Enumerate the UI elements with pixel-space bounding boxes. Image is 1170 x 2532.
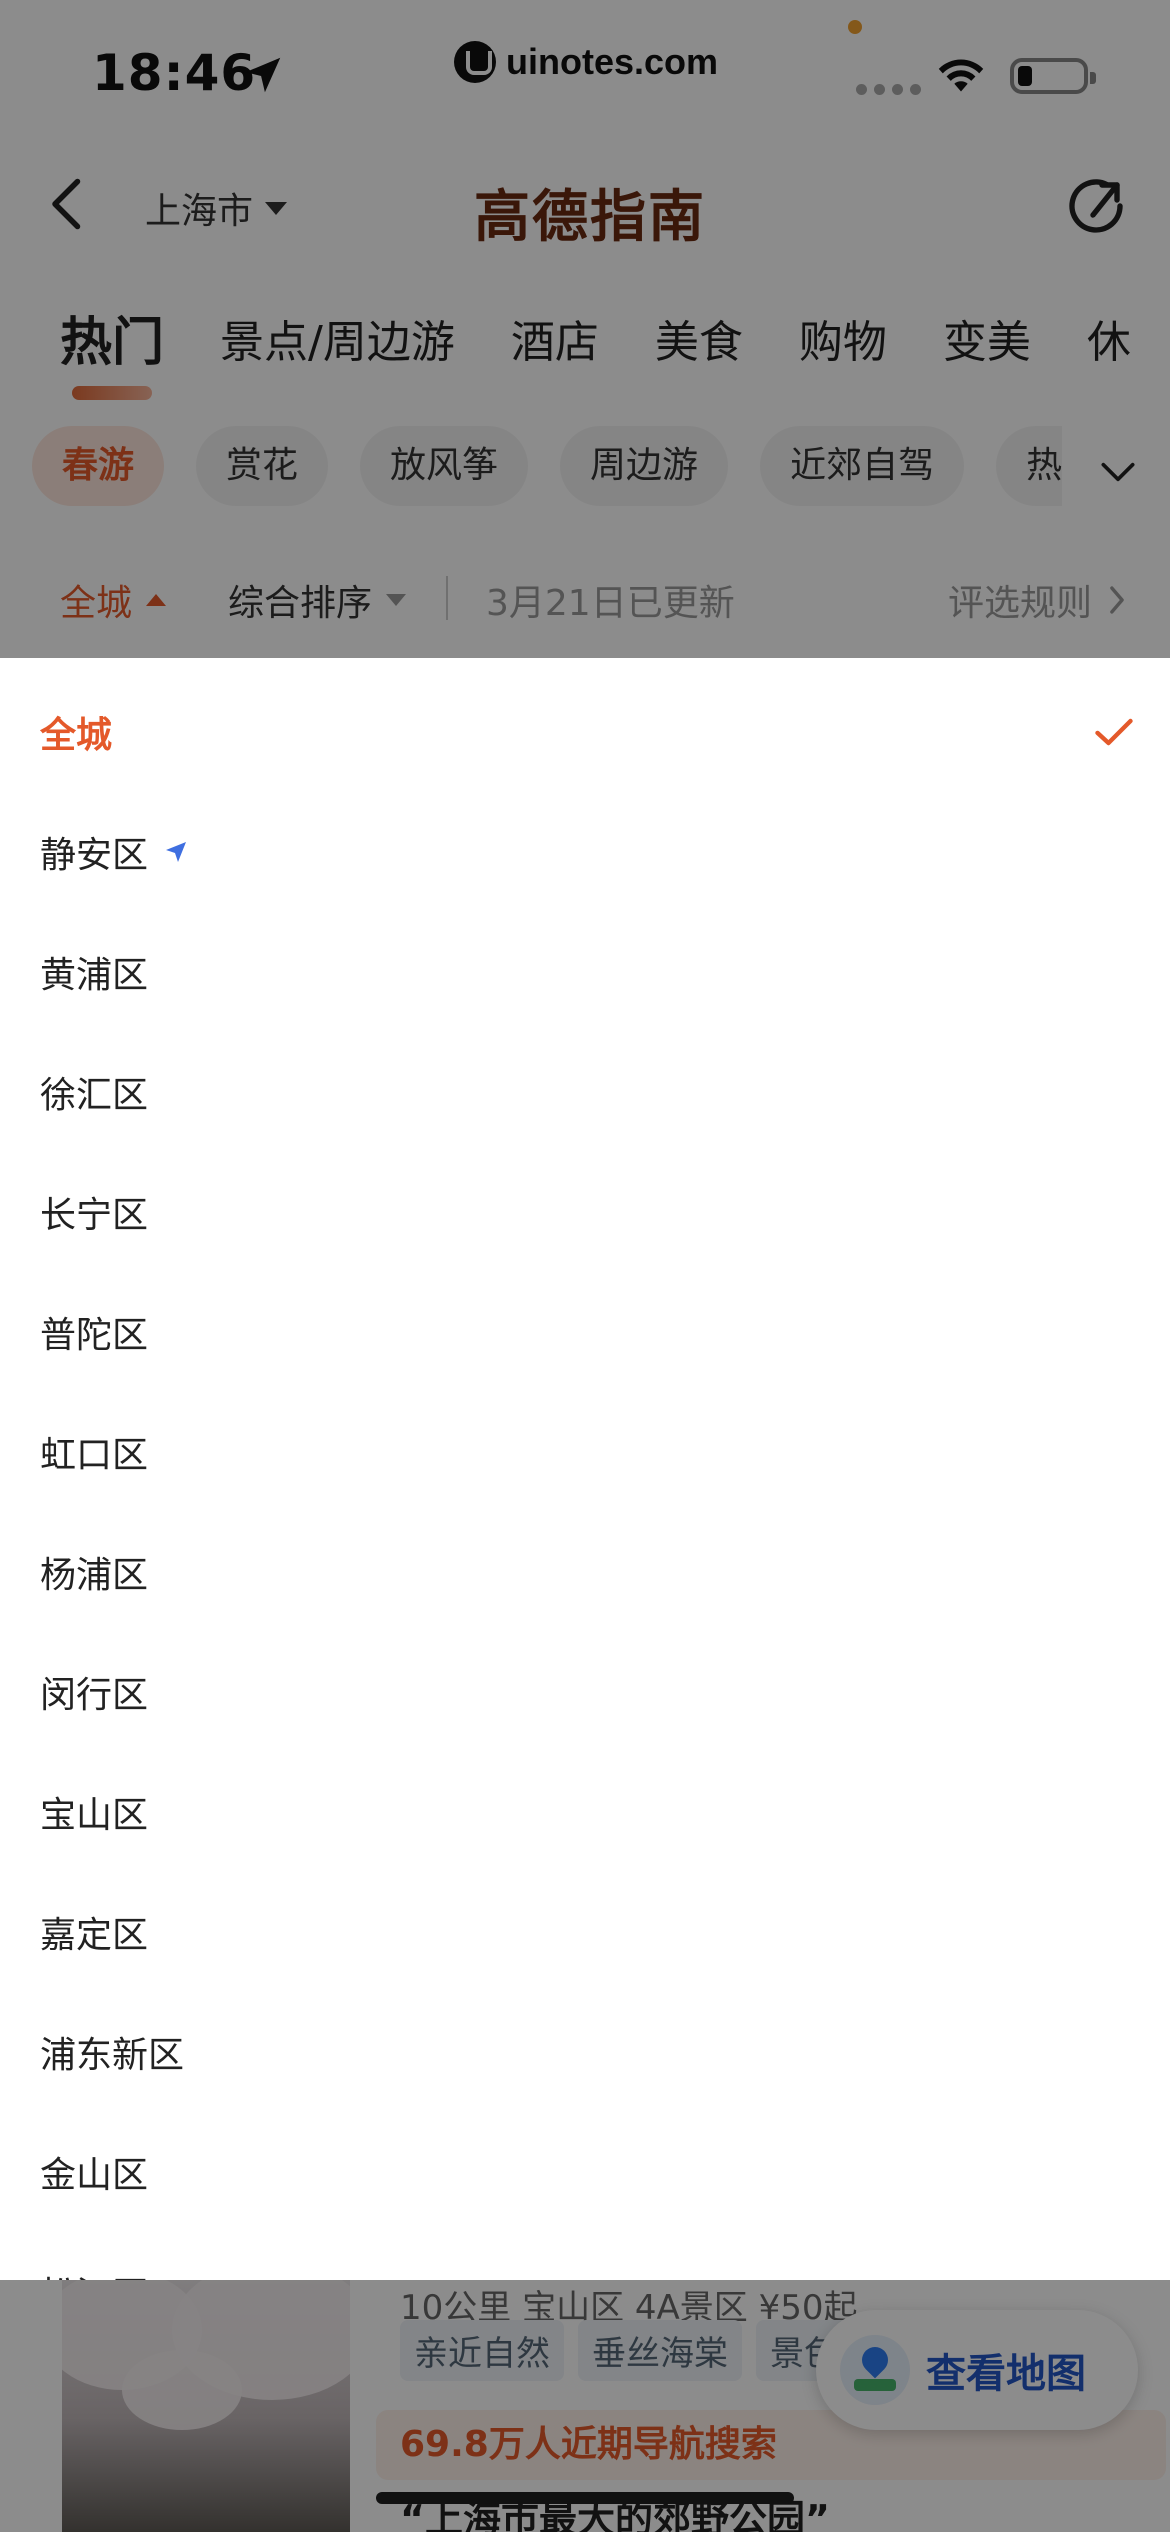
district-option-jingan[interactable]: 静安区 xyxy=(0,792,1170,912)
backdrop-top[interactable] xyxy=(0,0,1170,658)
district-option-pudong[interactable]: 浦东新区 xyxy=(0,1992,1170,2112)
district-label: 普陀区 xyxy=(40,1315,149,1356)
district-label: 静安区 xyxy=(40,835,149,876)
district-label: 松江区 xyxy=(40,2266,148,2280)
district-label: 杨浦区 xyxy=(40,1555,149,1596)
district-option-baoshan[interactable]: 宝山区 xyxy=(0,1752,1170,1872)
district-label: 浦东新区 xyxy=(40,2035,185,2076)
current-location-icon xyxy=(166,842,187,862)
district-option-yangpu[interactable]: 杨浦区 xyxy=(0,1512,1170,1632)
district-label: 长宁区 xyxy=(40,1195,149,1236)
district-option-changning[interactable]: 长宁区 xyxy=(0,1152,1170,1272)
district-label: 全城 xyxy=(40,715,113,756)
district-dropdown: 全城 静安区 黄浦区 徐汇区 长宁区 普陀区 虹口区 杨浦区 闵行区 宝山区 嘉… xyxy=(0,658,1170,2280)
district-option-jiading[interactable]: 嘉定区 xyxy=(0,1872,1170,1992)
district-label: 金山区 xyxy=(40,2155,149,2196)
home-indicator[interactable] xyxy=(376,2492,794,2504)
district-label: 黄浦区 xyxy=(40,955,149,996)
district-option-hongkou[interactable]: 虹口区 xyxy=(0,1392,1170,1512)
district-option-jinshan[interactable]: 金山区 xyxy=(0,2112,1170,2232)
district-label: 嘉定区 xyxy=(40,1915,149,1956)
district-option-huangpu[interactable]: 黄浦区 xyxy=(0,912,1170,1032)
checkmark-icon xyxy=(1095,718,1133,746)
district-option-minhang[interactable]: 闵行区 xyxy=(0,1632,1170,1752)
district-label: 虹口区 xyxy=(40,1435,149,1476)
district-label: 宝山区 xyxy=(40,1795,149,1836)
district-label: 徐汇区 xyxy=(40,1075,149,1116)
district-option-xuhui[interactable]: 徐汇区 xyxy=(0,1032,1170,1152)
district-option-all[interactable]: 全城 xyxy=(0,672,1170,792)
district-option-songjiang[interactable]: 松江区 xyxy=(0,2232,1170,2280)
district-label: 闵行区 xyxy=(40,1675,149,1716)
district-option-putuo[interactable]: 普陀区 xyxy=(0,1272,1170,1392)
